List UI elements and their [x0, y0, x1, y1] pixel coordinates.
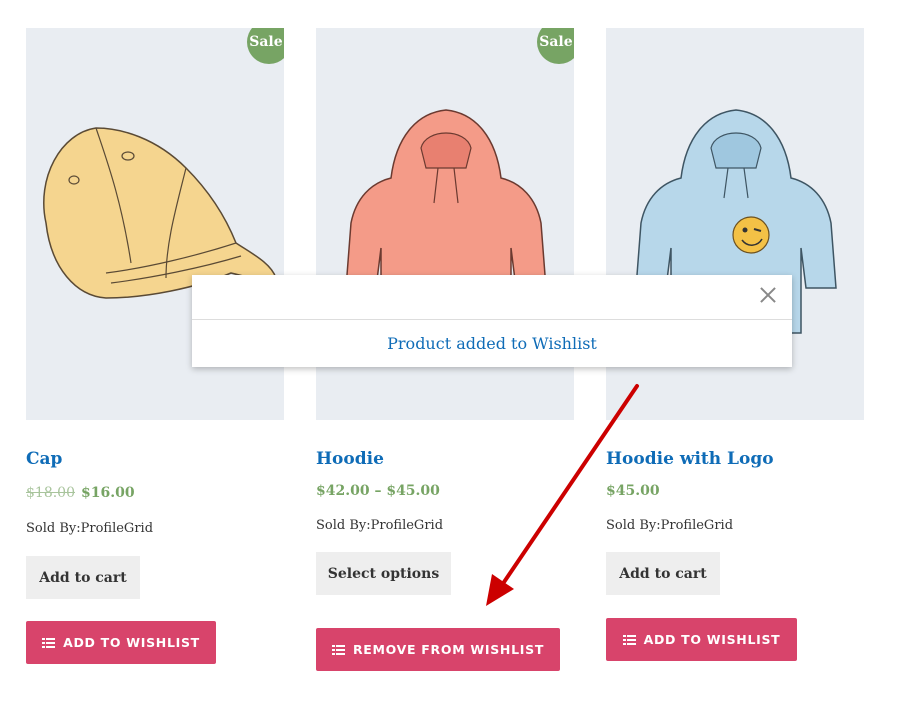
sold-by: Sold By:ProfileGrid [606, 518, 734, 533]
wishlist-button-label: ADD TO WISHLIST [643, 632, 781, 647]
wishlist-button-label: ADD TO WISHLIST [63, 635, 200, 650]
close-icon[interactable] [758, 285, 778, 305]
product-title[interactable]: Hoodie [316, 449, 384, 469]
old-price: $18.00 [26, 485, 75, 501]
remove-from-wishlist-button[interactable]: REMOVE FROM WISHLIST [316, 628, 560, 671]
product-price: $45.00 [606, 483, 660, 499]
list-icon [331, 644, 345, 655]
wishlist-button-label: REMOVE FROM WISHLIST [352, 642, 545, 657]
select-options-button[interactable]: Select options [316, 552, 451, 595]
add-to-wishlist-button[interactable]: ADD TO WISHLIST [606, 618, 797, 661]
wishlist-notification-popup: Product added to Wishlist [192, 275, 792, 367]
list-icon [622, 634, 636, 645]
add-to-cart-button[interactable]: Add to cart [26, 556, 140, 599]
product-title[interactable]: Hoodie with Logo [606, 449, 774, 469]
current-price: $16.00 [81, 485, 135, 501]
list-icon [42, 637, 56, 648]
product-price: $42.00 – $45.00 [316, 483, 440, 499]
add-to-wishlist-button[interactable]: ADD TO WISHLIST [26, 621, 216, 664]
product-price: $18.00 $16.00 [26, 485, 135, 501]
sold-by: Sold By:ProfileGrid [316, 518, 444, 533]
popup-message: Product added to Wishlist [387, 334, 597, 353]
popup-header [192, 275, 792, 320]
add-to-cart-button[interactable]: Add to cart [606, 552, 720, 595]
product-title[interactable]: Cap [26, 449, 62, 469]
sold-by: Sold By:ProfileGrid [26, 521, 154, 536]
